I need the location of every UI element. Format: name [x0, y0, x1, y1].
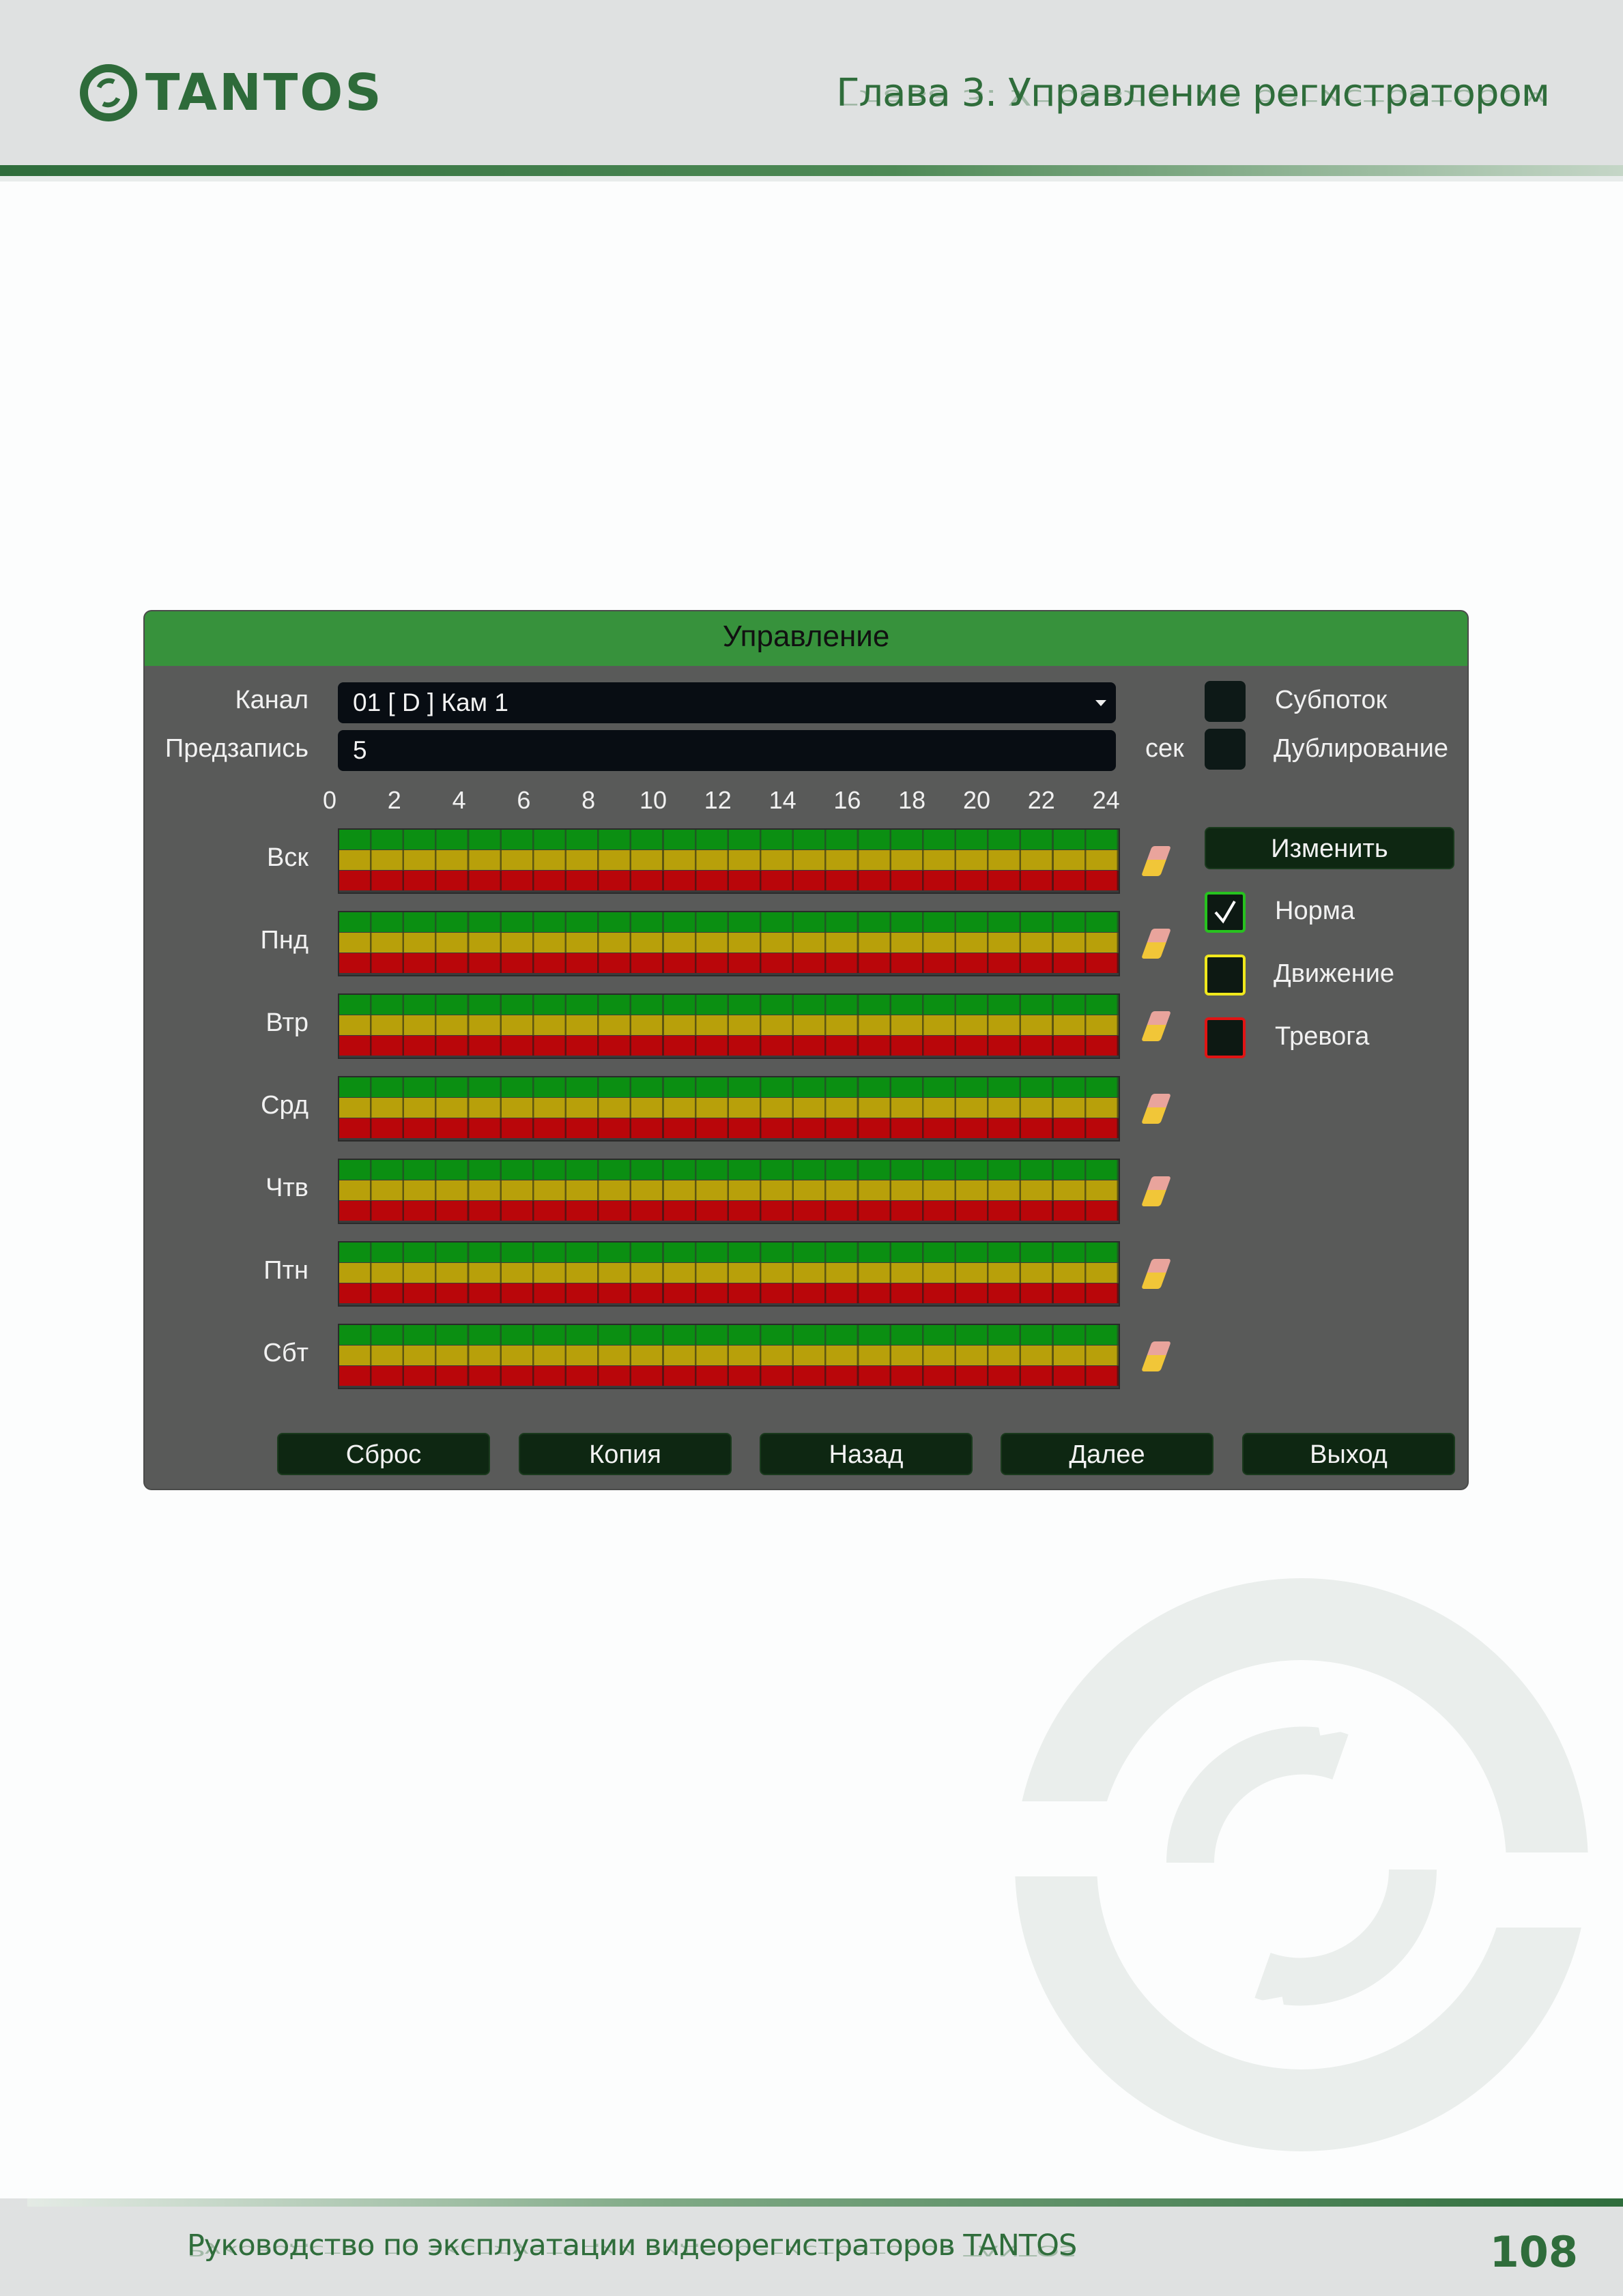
- reset-button[interactable]: Сброс: [277, 1433, 490, 1475]
- exit-button[interactable]: Выход: [1242, 1433, 1455, 1475]
- normal-record-band[interactable]: [339, 912, 1119, 932]
- day-schedule-row[interactable]: [338, 1324, 1120, 1389]
- alarm-record-band[interactable]: [339, 953, 1119, 973]
- motion-record-band[interactable]: [339, 1263, 1119, 1283]
- hour-tick-label: 4: [452, 786, 466, 814]
- alarm-record-band[interactable]: [339, 1283, 1119, 1303]
- hour-tick-label: 0: [322, 786, 337, 814]
- footer-text-reflection: Руководство по эксплуатации видеорегистр…: [187, 2242, 1077, 2259]
- hour-tick-label: 14: [769, 786, 796, 814]
- day-label: Втр: [265, 1008, 308, 1037]
- alarm-record-band[interactable]: [339, 1201, 1119, 1221]
- day-label: Вск: [267, 843, 308, 872]
- motion-record-band[interactable]: [339, 1180, 1119, 1200]
- substream-label: Субпоток: [1275, 686, 1388, 714]
- channel-label: Канал: [235, 686, 308, 714]
- duplication-label: Дублирование: [1274, 734, 1448, 763]
- motion-record-band[interactable]: [339, 1098, 1119, 1118]
- day-schedule-row[interactable]: [338, 1241, 1120, 1307]
- prerecord-value: 5: [353, 736, 367, 764]
- duplication-checkbox[interactable]: [1205, 729, 1246, 770]
- copy-button[interactable]: Копия: [519, 1433, 732, 1475]
- motion-record-band[interactable]: [339, 850, 1119, 870]
- alarm-record-checkbox[interactable]: [1205, 1017, 1246, 1058]
- hour-tick-label: 8: [581, 786, 596, 814]
- hour-tick-label: 2: [387, 786, 401, 814]
- alarm-record-band[interactable]: [339, 1118, 1119, 1138]
- channel-select[interactable]: 01 [ D ] Кам 1: [338, 682, 1116, 723]
- normal-record-label: Норма: [1275, 897, 1355, 925]
- normal-record-band[interactable]: [339, 830, 1119, 849]
- day-schedule-row[interactable]: [338, 1076, 1120, 1142]
- header-divider-shadow: [0, 176, 1623, 181]
- channel-select-value: 01 [ D ] Кам 1: [353, 688, 508, 716]
- day-schedule-row[interactable]: [338, 993, 1120, 1059]
- tantos-logo: TANTOS: [78, 63, 384, 123]
- day-label: Чтв: [265, 1174, 308, 1202]
- normal-record-band[interactable]: [339, 995, 1119, 1015]
- alarm-record-band[interactable]: [339, 1366, 1119, 1386]
- day-label: Срд: [261, 1091, 308, 1120]
- motion-record-band[interactable]: [339, 1346, 1119, 1365]
- change-button[interactable]: Изменить: [1205, 827, 1454, 869]
- hour-tick-label: 20: [962, 786, 991, 814]
- day-label: Птн: [263, 1256, 308, 1285]
- hour-tick-label: 16: [833, 786, 861, 814]
- dialog-title: Управление: [145, 611, 1467, 666]
- logo-text: TANTOS: [145, 63, 384, 122]
- alarm-record-label: Тревога: [1275, 1022, 1370, 1051]
- hour-tick-label: 22: [1027, 786, 1055, 814]
- chevron-down-icon[interactable]: [1095, 700, 1106, 706]
- checkmark-icon: [1214, 900, 1236, 924]
- normal-record-band[interactable]: [339, 1243, 1119, 1262]
- motion-record-label: Движение: [1274, 959, 1395, 988]
- chapter-title-reflection: Глава 3. Управление регистратором: [836, 85, 1549, 109]
- normal-record-band[interactable]: [339, 1077, 1119, 1097]
- normal-record-band[interactable]: [339, 1160, 1119, 1180]
- hour-tick-label: 18: [898, 786, 926, 814]
- back-button[interactable]: Назад: [760, 1433, 973, 1475]
- day-schedule-row[interactable]: [338, 911, 1120, 976]
- day-label: Сбт: [263, 1339, 308, 1367]
- alarm-record-band[interactable]: [339, 1036, 1119, 1056]
- alarm-record-band[interactable]: [339, 871, 1119, 890]
- tantos-logo-icon: [78, 63, 139, 123]
- hour-tick-label: 12: [704, 786, 732, 814]
- page-number: 108: [1489, 2227, 1578, 2277]
- prerecord-unit: сек: [1145, 734, 1184, 763]
- hour-tick-label: 24: [1092, 786, 1120, 814]
- day-schedule-row[interactable]: [338, 828, 1120, 894]
- header-divider: [0, 165, 1623, 176]
- prerecord-label: Предзапись: [164, 734, 308, 763]
- hour-tick-label: 10: [639, 786, 667, 814]
- hour-tick-label: 6: [517, 786, 531, 814]
- day-label: Пнд: [260, 926, 308, 955]
- motion-record-band[interactable]: [339, 1015, 1119, 1035]
- motion-record-checkbox[interactable]: [1205, 955, 1246, 996]
- day-schedule-row[interactable]: [338, 1159, 1120, 1224]
- prerecord-input[interactable]: 5: [338, 730, 1116, 771]
- footer-divider: [27, 2198, 1623, 2207]
- motion-record-band[interactable]: [339, 933, 1119, 953]
- next-button[interactable]: Далее: [1001, 1433, 1213, 1475]
- substream-checkbox[interactable]: [1205, 681, 1246, 722]
- normal-record-band[interactable]: [339, 1325, 1119, 1345]
- normal-record-checkbox[interactable]: [1205, 892, 1246, 933]
- tantos-watermark-icon: [1013, 1578, 1590, 2151]
